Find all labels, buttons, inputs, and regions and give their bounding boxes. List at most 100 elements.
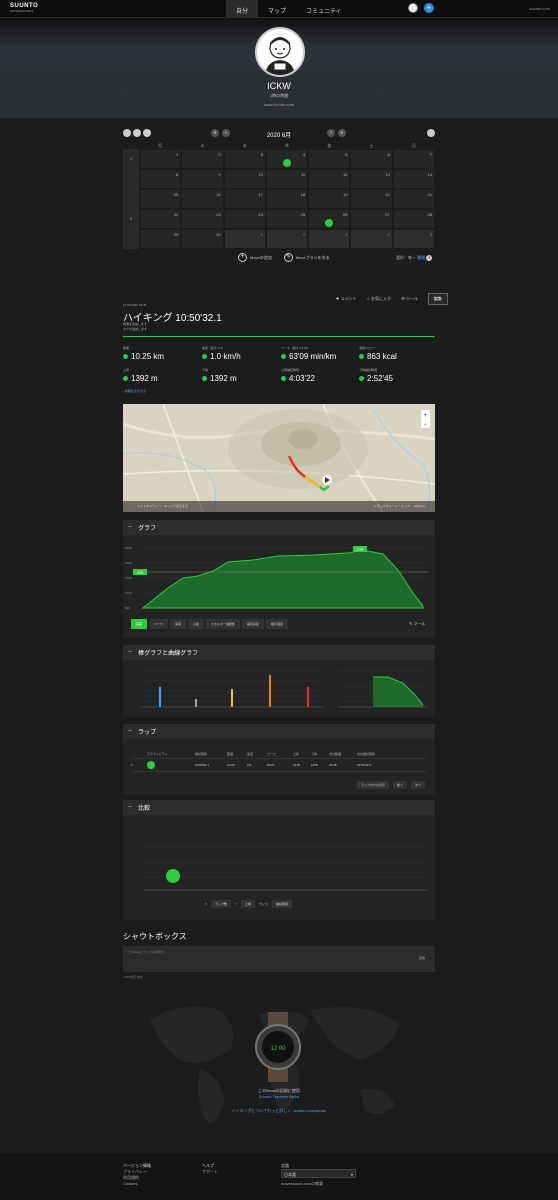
tab-energy[interactable]: エネルギー消費量 <box>205 619 240 629</box>
calendar-day[interactable]: 23 <box>181 209 224 229</box>
device-model-link[interactable]: Suunto Traverse Alpha <box>0 1094 558 1099</box>
filter-link[interactable]: 種類 <box>417 255 425 260</box>
calendar-day[interactable]: 22 <box>139 209 182 229</box>
calendar-day[interactable]: 6 <box>350 149 393 169</box>
footer-link-cookies[interactable]: Cookies <box>123 1181 151 1187</box>
calendar-day[interactable]: 24 <box>223 209 266 229</box>
help-icon[interactable]: ? <box>426 255 433 261</box>
calendar-day[interactable]: 2 <box>181 149 224 169</box>
calendar-day[interactable]: 5 <box>392 229 435 249</box>
calendar-day[interactable]: 3 <box>223 149 266 169</box>
language-select[interactable]: 日本語 ▾ <box>281 1169 356 1178</box>
favorite-button[interactable]: ☆ お気に入り <box>366 296 391 302</box>
calendar-day[interactable]: 11 <box>265 169 309 189</box>
calendar-day[interactable]: 10 <box>223 169 266 189</box>
photo-gallery-link[interactable]: フォトギャラリー：マップで表示する <box>137 504 188 508</box>
column-header[interactable]: ペース <box>267 752 289 756</box>
tab-speed[interactable]: 速度 <box>169 619 186 629</box>
calendar-day[interactable]: 13 <box>350 169 393 189</box>
next-year-icon[interactable]: » <box>338 129 346 137</box>
avatar[interactable] <box>255 27 305 77</box>
compare-header[interactable]: − 比較 <box>123 800 435 815</box>
collapse-icon[interactable]: − <box>128 728 132 735</box>
calendar-day[interactable]: 21 <box>392 189 435 209</box>
calendar-day[interactable]: 4 <box>350 229 393 249</box>
column-header[interactable]: 継続時間 <box>195 752 223 756</box>
print-icon[interactable] <box>427 129 435 137</box>
column-header[interactable]: 合計距離 <box>329 752 353 756</box>
calendar-day[interactable]: 15 <box>139 189 182 209</box>
hiking-activity-icon[interactable] <box>283 159 291 167</box>
calendar-day[interactable]: 27 <box>350 209 393 229</box>
calendar-day[interactable]: 1 <box>223 229 266 249</box>
nav-map[interactable]: マップ <box>258 0 296 18</box>
route-map[interactable]: + − フォトギャラリー：マップで表示する トラックチャート・マップ ・ Map… <box>123 404 435 512</box>
calendar-day[interactable]: 28 <box>392 209 435 229</box>
altitude-chart[interactable]: 1698 2298 2500 2000 1500 1000 500 <box>123 538 435 618</box>
show-details-link[interactable]: › 詳細を表示する <box>123 389 146 393</box>
next-button[interactable]: 次へ <box>410 781 425 789</box>
nav-community[interactable]: コミュニティ <box>296 0 352 18</box>
calendar-filter[interactable]: 選択：唯一 種類 ? <box>396 255 433 261</box>
suunto-link[interactable]: suunto.com <box>529 6 550 11</box>
calendar-day[interactable]: 17 <box>223 189 266 209</box>
collapse-icon[interactable]: − <box>128 804 132 811</box>
y-axis-select[interactable]: 上昇 <box>241 900 256 908</box>
comment-button[interactable]: ✚ コメント <box>336 296 356 302</box>
tools-button[interactable]: ⚒ ツール <box>401 296 418 302</box>
column-header[interactable]: 下降 <box>311 752 325 756</box>
table-row[interactable]: 1 10:50'32.1 10.25 0.9 63'27 1278 1278 1… <box>131 758 427 772</box>
compare-chart[interactable] <box>123 820 435 895</box>
laps-header[interactable]: − ラップ <box>123 724 435 739</box>
calendar-day[interactable]: 19 <box>308 189 351 209</box>
footer-link-support[interactable]: サポート <box>202 1169 218 1175</box>
x-axis-select[interactable]: ラップ数 <box>211 900 232 908</box>
calendar-day[interactable]: 9 <box>181 169 224 189</box>
edit-button[interactable]: 編集 <box>427 293 448 305</box>
lap-display-select[interactable]: ラップ付きの表示 <box>356 781 389 789</box>
tab-pace[interactable]: ペース <box>149 619 168 629</box>
calendar-day[interactable]: 5 <box>308 149 351 169</box>
add-tags-link[interactable]: タグを追加します <box>123 327 147 332</box>
calendar-day[interactable]: 18 <box>265 189 309 209</box>
suunto-logo[interactable]: SUUNTO MOVESCOUNT <box>10 3 38 14</box>
sport-info-link[interactable]: ハイキングについてもっと詳しく: suunto.com/sports <box>0 1108 558 1114</box>
calendar-day[interactable]: 2 <box>265 229 309 249</box>
plan-move-button[interactable]: ✎ Moveプランを作る <box>283 253 330 262</box>
calendar-day[interactable]: 30 <box>181 229 224 249</box>
send-button[interactable]: 送信 <box>419 956 425 960</box>
tab-temperature[interactable]: 継続温度 <box>265 619 288 629</box>
calendar-day[interactable]: 8 <box>139 169 182 189</box>
calendar-day[interactable]: 1 <box>139 149 182 169</box>
tab-vertical-speed[interactable]: 垂直速度 <box>241 619 264 629</box>
add-icon[interactable]: + <box>424 3 434 13</box>
shoutbox-input[interactable]: このMoveについての感想を... 送信 <box>123 946 435 972</box>
calendar-day[interactable]: 25 <box>265 209 309 229</box>
column-header[interactable]: 合計継続時間 <box>357 752 391 756</box>
calendar-day[interactable]: 20 <box>350 189 393 209</box>
column-header[interactable]: 距離 <box>227 752 243 756</box>
calendar-day[interactable]: 7 <box>392 149 435 169</box>
calendar-day[interactable]: 3 <box>308 229 351 249</box>
prev-button[interactable]: 前へ <box>392 781 407 789</box>
column-header[interactable]: 上昇 <box>293 752 307 756</box>
nav-me[interactable]: 自分 <box>226 0 259 18</box>
graph-tools-button[interactable]: ✎ ツール <box>409 621 425 627</box>
calendar-day[interactable]: 14 <box>392 169 435 189</box>
footer-link-overview[interactable]: movescount.comの概要 <box>281 1181 323 1187</box>
activity-description[interactable]: 説明を追加します タグを追加します <box>123 322 147 332</box>
user-icon[interactable] <box>408 3 418 13</box>
column-header[interactable]: アクティビティ <box>147 752 191 756</box>
add-move-button[interactable]: + Moveの追加 <box>238 253 272 262</box>
user-website[interactable]: www.for-ictu.com <box>0 102 558 107</box>
column-header[interactable]: 速度 <box>247 752 263 756</box>
tab-heart-rate[interactable]: 心拍 <box>187 619 204 629</box>
graph-header[interactable]: − グラフ <box>123 520 435 535</box>
collapse-icon[interactable]: − <box>128 649 132 656</box>
size-select[interactable]: 継続時間 <box>271 900 292 908</box>
calendar-day[interactable]: 29 <box>139 229 182 249</box>
next-month-icon[interactable]: › <box>327 129 335 137</box>
collapse-icon[interactable]: − <box>128 524 132 531</box>
calendar-day[interactable]: 16 <box>181 189 224 209</box>
zones-header[interactable]: − 棒グラフと曲線グラフ <box>123 645 435 660</box>
